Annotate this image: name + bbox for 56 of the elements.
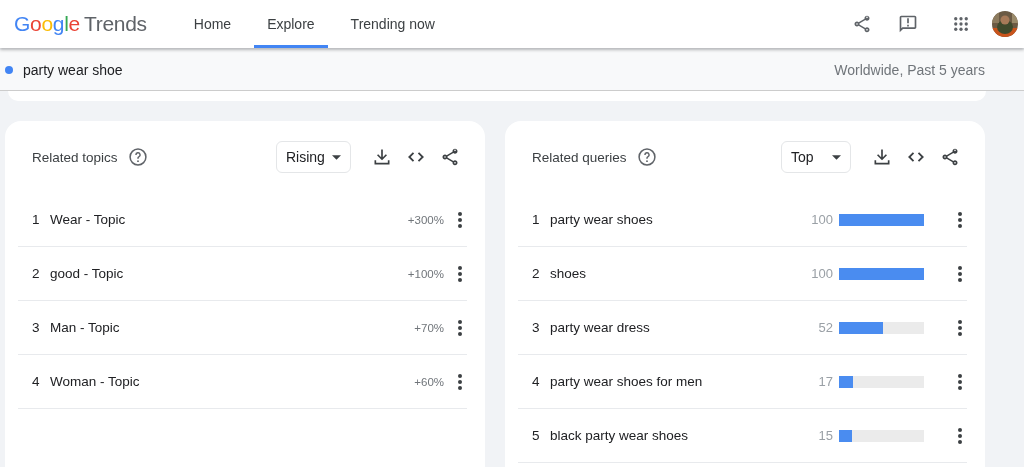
result-value: 52 (818, 320, 833, 335)
panel-title: Related topics (32, 149, 118, 165)
more-options-icon[interactable] (958, 373, 962, 390)
rank-number: 2 (532, 266, 541, 281)
result-value: 100 (811, 212, 833, 227)
panel-title: Related queries (532, 149, 627, 165)
result-value: 15 (818, 428, 833, 443)
result-value: +70% (414, 321, 444, 334)
caret-icon (332, 154, 341, 160)
result-link[interactable]: party wear shoes (550, 212, 653, 227)
rank-number: 3 (32, 320, 41, 335)
rank-number: 4 (32, 374, 41, 389)
result-link[interactable]: party wear dress (550, 320, 650, 335)
google-trends-logo[interactable]: Google Trends (14, 12, 147, 36)
feedback-icon[interactable] (898, 14, 918, 34)
rank-number: 5 (532, 428, 541, 443)
more-options-icon[interactable] (458, 211, 462, 228)
search-term[interactable]: party wear shoe (23, 62, 123, 78)
result-value: +300% (407, 213, 444, 226)
rank-number: 2 (32, 266, 41, 281)
scope-label: Worldwide, Past 5 years (834, 62, 985, 78)
apps-grid-icon[interactable] (952, 15, 970, 33)
result-value: +60% (414, 375, 444, 388)
result-link[interactable]: Wear - Topic (50, 212, 126, 227)
filter-dropdown[interactable]: Rising (276, 141, 351, 173)
download-icon[interactable] (372, 147, 392, 167)
result-link[interactable]: black party wear shoes (550, 428, 689, 443)
more-options-icon[interactable] (958, 319, 962, 336)
result-value: 100 (811, 266, 833, 281)
more-options-icon[interactable] (458, 265, 462, 282)
filter-dropdown[interactable]: Top (781, 141, 851, 173)
download-icon[interactable] (872, 147, 892, 167)
result-value: +100% (407, 267, 444, 280)
more-options-icon[interactable] (958, 211, 962, 228)
nav-tab[interactable]: Trending now (337, 0, 448, 48)
caret-icon (832, 154, 841, 160)
result-link[interactable]: party wear shoes for men (550, 374, 703, 389)
result-link[interactable]: good - Topic (50, 266, 124, 281)
rank-number: 1 (32, 212, 41, 227)
nav-tab[interactable]: Home (180, 0, 245, 48)
result-link[interactable]: shoes (550, 266, 587, 281)
rank-number: 4 (532, 374, 541, 389)
result-link[interactable]: Man - Topic (50, 320, 120, 335)
more-options-icon[interactable] (458, 373, 462, 390)
rank-number: 3 (532, 320, 541, 335)
share-icon[interactable] (940, 147, 960, 167)
share-icon[interactable] (852, 14, 872, 34)
more-options-icon[interactable] (958, 265, 962, 282)
result-link[interactable]: Woman - Topic (50, 374, 140, 389)
more-options-icon[interactable] (958, 427, 962, 444)
result-value: 17 (818, 374, 833, 389)
help-icon[interactable] (127, 147, 148, 167)
rank-number: 1 (532, 212, 541, 227)
more-options-icon[interactable] (458, 319, 462, 336)
help-icon[interactable] (636, 147, 657, 167)
share-icon[interactable] (440, 147, 460, 167)
